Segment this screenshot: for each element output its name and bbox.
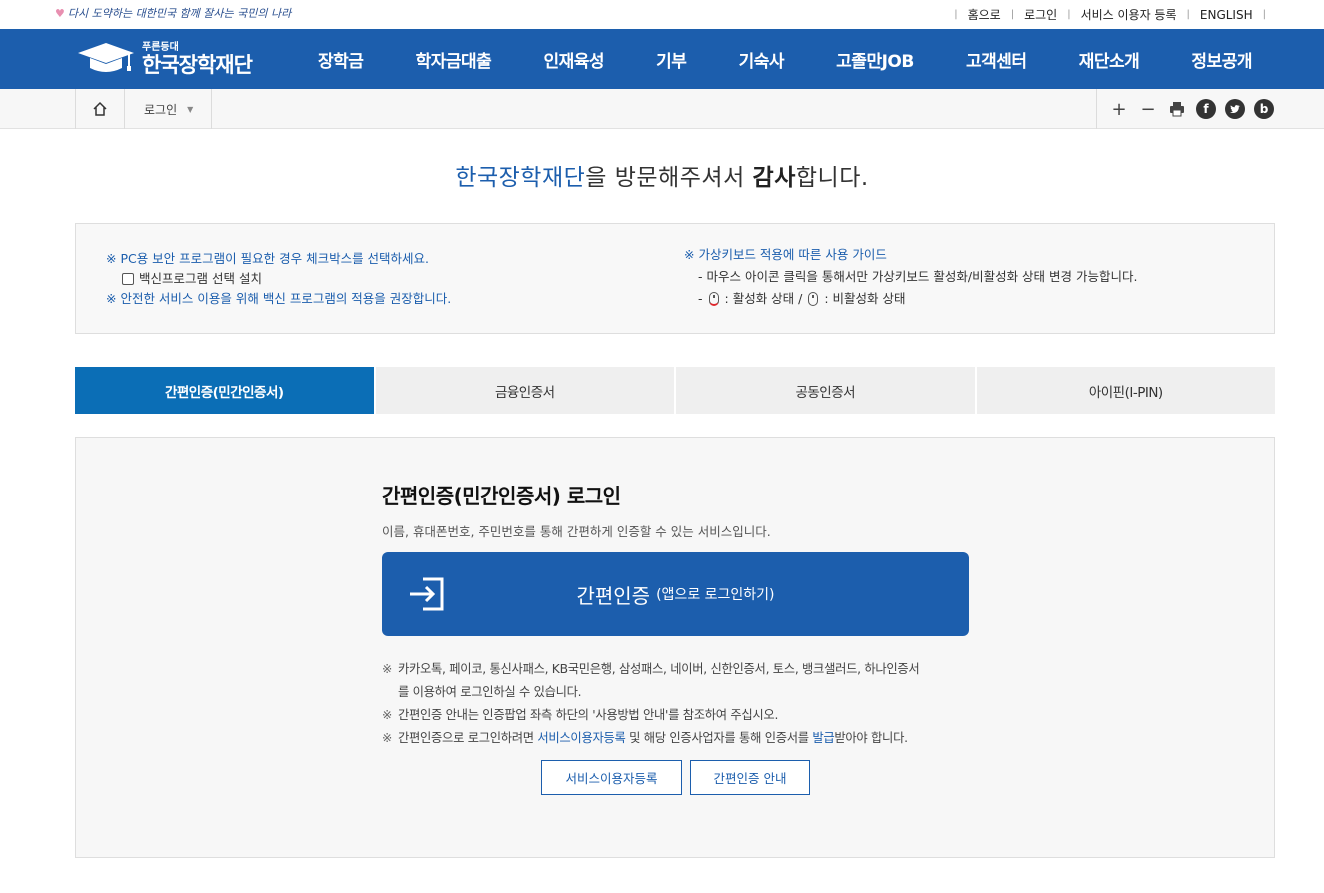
auth-tabs: 간편인증(민간인증서) 금융인증서 공동인증서 아이핀(I-PIN) bbox=[75, 367, 1275, 414]
login-link[interactable]: 로그인 bbox=[1024, 6, 1057, 23]
note-mark: ※ bbox=[382, 708, 393, 722]
top-utility-bar: ♥ 다시 도약하는 대한민국 함께 잘사는 국민의 나라 | 홈으로 | 로그인 … bbox=[0, 0, 1324, 29]
tab-financial-cert[interactable]: 금융인증서 bbox=[375, 367, 674, 414]
panel-buttons: 서비스이용자등록 간편인증 안내 bbox=[382, 760, 969, 795]
virtual-keyboard-guide: ※ 가상키보드 적용에 따른 사용 가이드 - 마우스 아이콘 클릭을 통해서만… bbox=[684, 244, 1137, 310]
keyboard-guide-line: - 마우스 아이콘 클릭을 통해서만 가상키보드 활성화/비활성화 상태 변경 … bbox=[698, 269, 1138, 284]
service-register-link[interactable]: 서비스이용자등록 bbox=[537, 731, 625, 745]
login-panel-content: 간편인증(민간인증서) 로그인 이름, 휴대폰번호, 주민번호를 통해 간편하게… bbox=[382, 480, 969, 795]
home-link[interactable]: 홈으로 bbox=[968, 6, 1001, 23]
simple-auth-sublabel: (앱으로 로그인하기) bbox=[656, 587, 775, 603]
blog-icon[interactable]: b bbox=[1254, 99, 1274, 119]
menu-talent[interactable]: 인재육성 bbox=[521, 47, 626, 72]
menu-disclosure[interactable]: 정보공개 bbox=[1169, 47, 1274, 72]
active-state-label: : 활성화 상태 / bbox=[724, 291, 803, 306]
print-icon[interactable] bbox=[1167, 99, 1187, 119]
menu-donation[interactable]: 기부 bbox=[634, 47, 708, 72]
menu-student-loan[interactable]: 학자금대출 bbox=[394, 47, 514, 72]
slogan-text: 다시 도약하는 대한민국 함께 잘사는 국민의 나라 bbox=[67, 7, 292, 20]
note-usage: 간편인증 안내는 인증팝업 좌측 하단의 '사용방법 안내'를 참조하여 주십시… bbox=[398, 708, 779, 722]
page-tools: + − f b bbox=[1096, 89, 1274, 129]
main-navigation: 푸른등대 한국장학재단 장학금 학자금대출 인재육성 기부 기숙사 고졸만JOB… bbox=[0, 29, 1324, 89]
divider: | bbox=[1262, 9, 1266, 20]
divider: | bbox=[954, 9, 958, 20]
menu-job[interactable]: 고졸만JOB bbox=[814, 47, 936, 72]
menu-list: 장학금 학자금대출 인재육성 기부 기숙사 고졸만JOB 고객센터 재단소개 정… bbox=[296, 29, 1274, 89]
login-notes: ※ 카카오톡, 페이코, 통신사패스, KB국민은행, 삼성패스, 네이버, 신… bbox=[382, 658, 969, 750]
login-title: 간편인증(민간인증서) 로그인 bbox=[382, 484, 621, 508]
mouse-inactive-icon bbox=[808, 292, 819, 306]
vaccine-checkbox-row[interactable]: 백신프로그램 선택 설치 bbox=[106, 269, 451, 289]
security-info-box: ※ PC용 보안 프로그램이 필요한 경우 체크박스를 선택하세요. 백신프로그… bbox=[75, 223, 1275, 334]
home-icon bbox=[93, 101, 107, 116]
login-description: 이름, 휴대폰번호, 주민번호를 통해 간편하게 인증할 수 있는 서비스입니다… bbox=[382, 524, 771, 539]
dash: - bbox=[698, 291, 703, 306]
graduation-cap-icon bbox=[78, 43, 134, 72]
note-item: ※ 간편인증 안내는 인증팝업 좌측 하단의 '사용방법 안내'를 참조하여 주… bbox=[382, 704, 969, 727]
english-link[interactable]: ENGLISH bbox=[1200, 8, 1253, 22]
welcome-thanks: 감사 bbox=[752, 165, 796, 191]
caret-down-icon: ▼ bbox=[187, 104, 194, 114]
welcome-end: 합니다. bbox=[795, 165, 869, 191]
facebook-icon[interactable]: f bbox=[1196, 99, 1216, 119]
vaccine-checkbox-label: 백신프로그램 선택 설치 bbox=[139, 271, 262, 286]
menu-scholarship[interactable]: 장학금 bbox=[296, 47, 385, 72]
security-program-info: ※ PC용 보안 프로그램이 필요한 경우 체크박스를 선택하세요. 백신프로그… bbox=[106, 249, 451, 309]
divider: | bbox=[1010, 9, 1015, 20]
note-item: ※ 간편인증으로 로그인하려면 서비스이용자등록 및 해당 인증사업자를 통해 … bbox=[382, 727, 969, 750]
welcome-message: 한국장학재단을 방문해주셔서 감사합니다. bbox=[0, 158, 1324, 192]
keyboard-guide-title: ※ 가상키보드 적용에 따른 사용 가이드 bbox=[684, 247, 887, 262]
mouse-active-icon bbox=[708, 292, 719, 306]
security-note: ※ PC용 보안 프로그램이 필요한 경우 체크박스를 선택하세요. bbox=[106, 251, 430, 266]
divider: | bbox=[1186, 9, 1190, 20]
divider: | bbox=[1067, 9, 1071, 20]
menu-dormitory[interactable]: 기숙사 bbox=[717, 47, 806, 72]
twitter-bird-shape bbox=[1229, 105, 1240, 114]
simple-auth-guide-button[interactable]: 간편인증 안내 bbox=[690, 760, 810, 795]
slogan: ♥ 다시 도약하는 대한민국 함께 잘사는 국민의 나라 bbox=[55, 5, 291, 21]
menu-customer-center[interactable]: 고객센터 bbox=[944, 47, 1049, 72]
welcome-org: 한국장학재단 bbox=[455, 165, 586, 191]
note-register-text: 간편인증으로 로그인하려면 bbox=[398, 731, 538, 745]
breadcrumb: 로그인 ▼ + − f b bbox=[0, 89, 1324, 129]
tab-joint-cert[interactable]: 공동인증서 bbox=[676, 367, 975, 414]
issue-link[interactable]: 발급 bbox=[812, 731, 834, 745]
zoom-in-icon[interactable]: + bbox=[1109, 99, 1129, 120]
print-icon-shape bbox=[1170, 102, 1184, 117]
simple-auth-label: 간편인증 bbox=[576, 583, 651, 608]
note-register-text: 및 해당 인증사업자를 통해 인증서를 bbox=[625, 731, 813, 745]
login-arrow-icon bbox=[410, 577, 444, 611]
welcome-text: 을 방문해주셔서 bbox=[585, 165, 753, 191]
note-register-text: 받아야 합니다. bbox=[834, 731, 908, 745]
note-register: 간편인증으로 로그인하려면 서비스이용자등록 및 해당 인증사업자를 통해 인증… bbox=[398, 727, 908, 750]
note-providers-cont: 를 이용하여 로그인하실 수 있습니다. bbox=[398, 685, 582, 699]
vaccine-checkbox[interactable] bbox=[122, 273, 134, 285]
keyboard-state-legend: - : 활성화 상태 / : 비활성화 상태 bbox=[684, 288, 1137, 310]
note-mark: ※ bbox=[382, 731, 393, 745]
breadcrumb-select[interactable]: 로그인 ▼ bbox=[125, 89, 212, 129]
note-item: ※ 카카오톡, 페이코, 통신사패스, KB국민은행, 삼성패스, 네이버, 신… bbox=[382, 658, 969, 681]
home-button[interactable] bbox=[75, 89, 125, 129]
inactive-state-label: : 비활성화 상태 bbox=[824, 291, 906, 306]
twitter-icon[interactable] bbox=[1225, 99, 1245, 119]
logo-subtitle: 푸른등대 bbox=[142, 41, 179, 53]
tab-simple-auth[interactable]: 간편인증(민간인증서) bbox=[75, 367, 374, 414]
simple-auth-button[interactable]: 간편인증 (앱으로 로그인하기) bbox=[382, 552, 969, 636]
vaccine-recommend-note: ※ 안전한 서비스 이용을 위해 백신 프로그램의 적용을 권장합니다. bbox=[106, 291, 452, 306]
top-links: | 홈으로 | 로그인 | 서비스 이용자 등록 | ENGLISH | bbox=[944, 6, 1276, 23]
logo[interactable]: 푸른등대 한국장학재단 bbox=[76, 35, 253, 83]
note-providers: 카카오톡, 페이코, 통신사패스, KB국민은행, 삼성패스, 네이버, 신한인… bbox=[398, 662, 920, 676]
zoom-out-icon[interactable]: − bbox=[1138, 99, 1158, 120]
login-panel: 간편인증(민간인증서) 로그인 이름, 휴대폰번호, 주민번호를 통해 간편하게… bbox=[75, 437, 1275, 858]
breadcrumb-current: 로그인 bbox=[144, 102, 178, 117]
heart-icon: ♥ bbox=[55, 7, 65, 20]
menu-about[interactable]: 재단소개 bbox=[1057, 47, 1162, 72]
logo-title: 한국장학재단 bbox=[142, 52, 253, 77]
service-register-button[interactable]: 서비스이용자등록 bbox=[541, 760, 682, 795]
register-link[interactable]: 서비스 이용자 등록 bbox=[1081, 6, 1177, 23]
tab-ipin[interactable]: 아이핀(I-PIN) bbox=[976, 367, 1275, 414]
note-mark: ※ bbox=[382, 662, 393, 676]
